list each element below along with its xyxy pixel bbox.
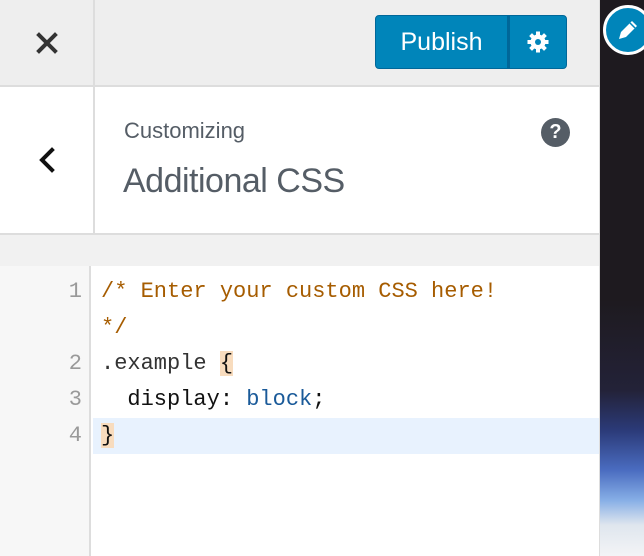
css-code-editor[interactable]: 1 /* Enter your custom CSS here! */ 2 .e… [0, 266, 599, 556]
pencil-icon [619, 21, 637, 39]
section-title: Additional CSS [123, 162, 345, 200]
publish-settings-button[interactable] [508, 15, 567, 69]
code-line: 1 /* Enter your custom CSS here! [69, 274, 599, 310]
line-number: 3 [68, 387, 82, 412]
code-line: 2 .example { [69, 346, 599, 382]
customizer-header: Publish [0, 0, 599, 87]
breadcrumb: Customizing [124, 118, 246, 143]
code-area[interactable]: 1 /* Enter your custom CSS here! */ 2 .e… [69, 274, 599, 454]
publish-group: Publish [375, 15, 567, 69]
section-header: Customizing Additional CSS ? [0, 87, 599, 235]
close-button[interactable] [0, 0, 95, 85]
help-icon: ? [549, 121, 562, 143]
gear-icon [527, 31, 549, 53]
code-semicolon: ; [312, 387, 326, 412]
code-line-wrapped: */ [93, 310, 599, 346]
code-selector: .example [101, 351, 220, 376]
code-value: block [246, 387, 313, 412]
matching-bracket: { [219, 351, 234, 376]
code-line-active: 4 } [69, 418, 599, 454]
site-preview [600, 0, 644, 556]
publish-button[interactable]: Publish [375, 15, 508, 69]
code-comment: */ [101, 315, 128, 340]
matching-bracket: } [101, 423, 115, 448]
line-number: 2 [68, 351, 82, 376]
close-icon [35, 31, 58, 54]
code-line: 3 display: block; [69, 382, 599, 418]
code-comment: /* Enter your custom CSS here! [101, 279, 498, 304]
line-number: 1 [68, 279, 82, 304]
line-number: 4 [68, 423, 82, 448]
back-button[interactable] [0, 87, 95, 233]
code-property: display: [101, 387, 247, 412]
customizer-sidebar: Publish Customizing Additional CSS ? 1 /… [0, 0, 600, 556]
help-button[interactable]: ? [541, 118, 570, 147]
chevron-left-icon [38, 147, 55, 173]
